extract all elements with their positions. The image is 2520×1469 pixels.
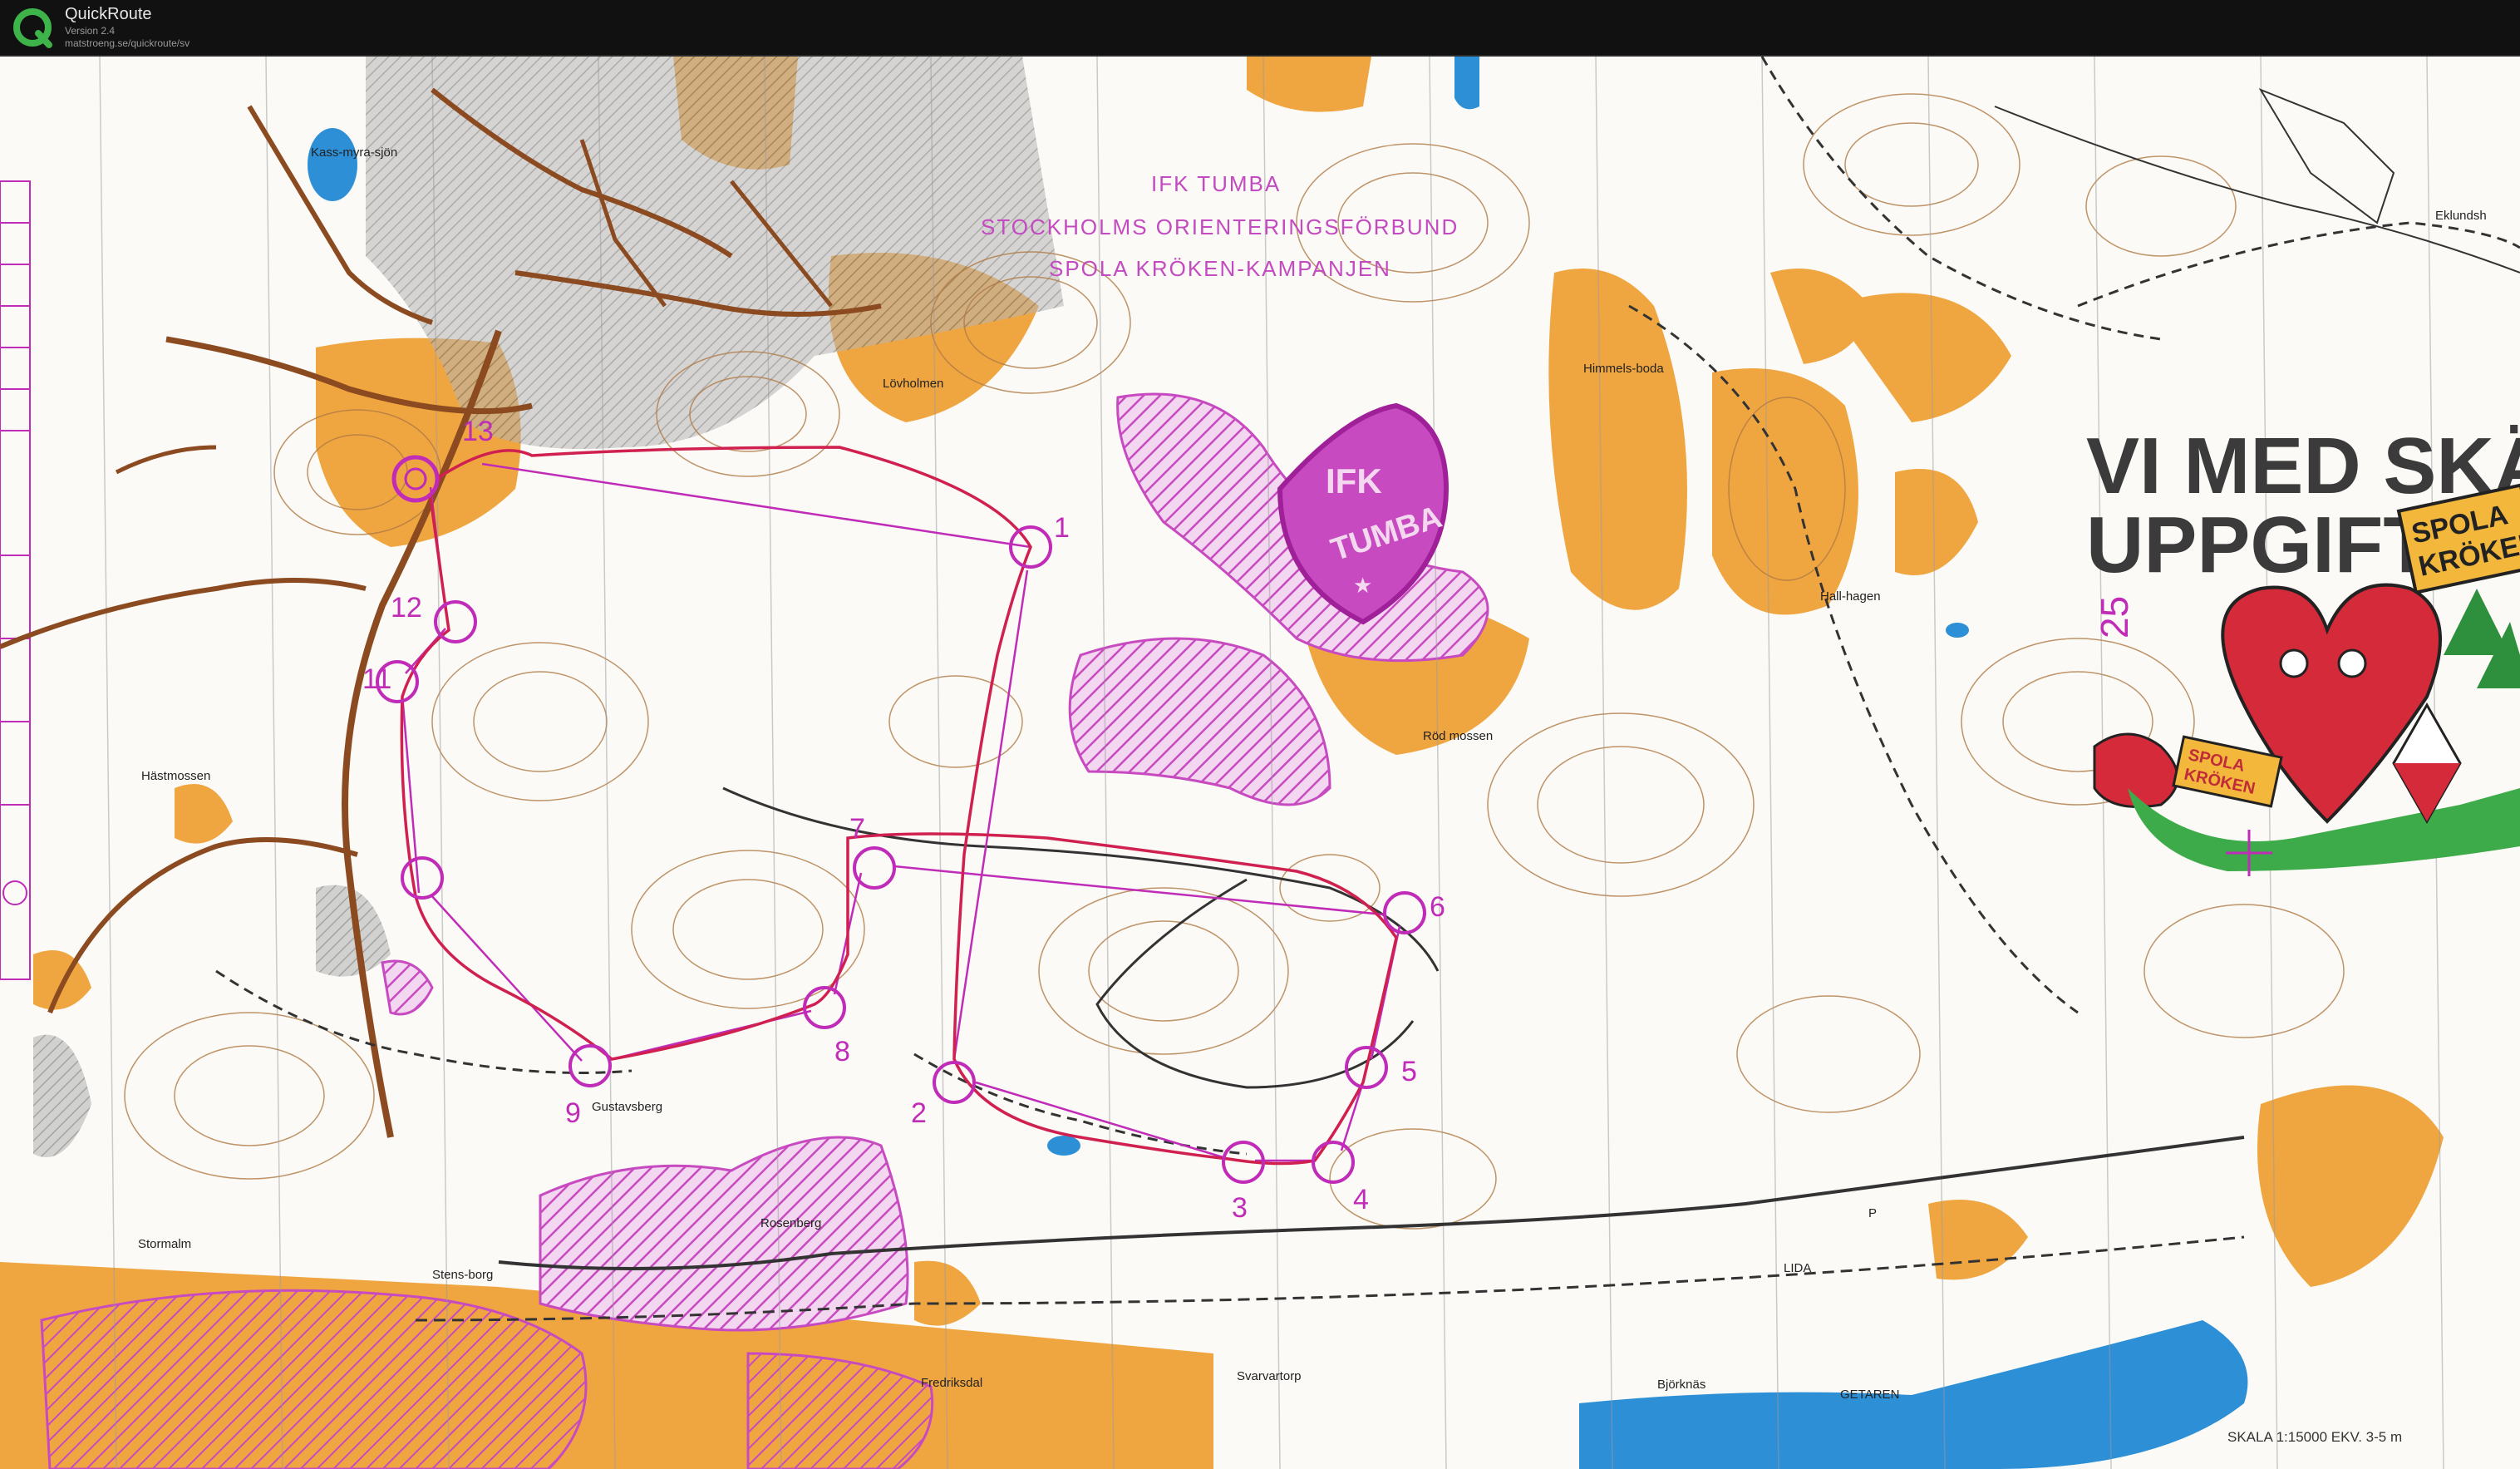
control-number: 2 [911,1097,927,1129]
place-name: Rosenberg [760,1216,821,1230]
q-logo-icon [13,8,52,48]
heading-federation: STOCKHOLMS ORIENTERINGSFÖRBUND [981,214,1459,239]
orienteering-map[interactable]: IFK TUMBA ★ IFK TUMBA STOCKHOLMS ORIENTE… [0,57,2520,1469]
app-title: QuickRoute [65,5,152,23]
heading-club: IFK TUMBA [1151,171,1281,196]
place-name: Himmels-boda [1583,362,1664,376]
place-name: Kass-myra-sjön [311,145,397,160]
control-number: 5 [1401,1056,1417,1087]
control-number: 1 [1054,512,1070,544]
place-name: Hästmossen [141,769,210,783]
control-number: 13 [462,416,494,447]
place-name: Stens-borg [432,1268,493,1282]
advert-number: 25 [2093,596,2136,638]
control-number: 12 [391,592,422,624]
place-name: LIDA [1784,1261,1811,1275]
place-name: Stormalm [138,1237,191,1251]
place-name: Björknäs [1657,1378,1705,1392]
place-name: P [1868,1206,1877,1220]
heading-campaign: SPOLA KRÖKEN-KAMPANJEN [1049,256,1391,281]
svg-text:★: ★ [1353,574,1372,599]
control-number: 9 [565,1097,581,1129]
place-name: Fredriksdal [921,1376,982,1390]
map-scale: SKALA 1:15000 EKV. 3-5 m [2227,1429,2402,1445]
control-number: 6 [1430,891,1445,923]
control-number: 8 [834,1036,850,1067]
title-bar: QuickRoute Version 2.4 matstroeng.se/qui… [0,0,2520,57]
advert-line1: VI MED SKÄRPT [2086,421,2520,510]
control-number: 11 [362,663,391,695]
emblem-line1: IFK [1326,461,1382,500]
place-name: Gustavsberg [592,1100,662,1114]
place-name: Röd mossen [1423,729,1493,743]
place-name: GETAREN [1840,1388,1899,1402]
app-url: matstroeng.se/quickroute/sv [65,37,190,49]
place-name: Svarvartorp [1237,1369,1302,1383]
place-name: Hall-hagen [1820,589,1881,604]
control-number: 3 [1232,1192,1248,1224]
app-version: Version 2.4 [65,25,116,37]
place-name: Eklundsh [2435,209,2487,223]
map-canvas[interactable]: IFK TUMBA ★ IFK TUMBA STOCKHOLMS ORIENTE… [0,57,2520,1469]
place-name: Lövholmen [883,377,943,391]
control-number: 7 [849,813,865,845]
control-number: 4 [1353,1184,1369,1215]
